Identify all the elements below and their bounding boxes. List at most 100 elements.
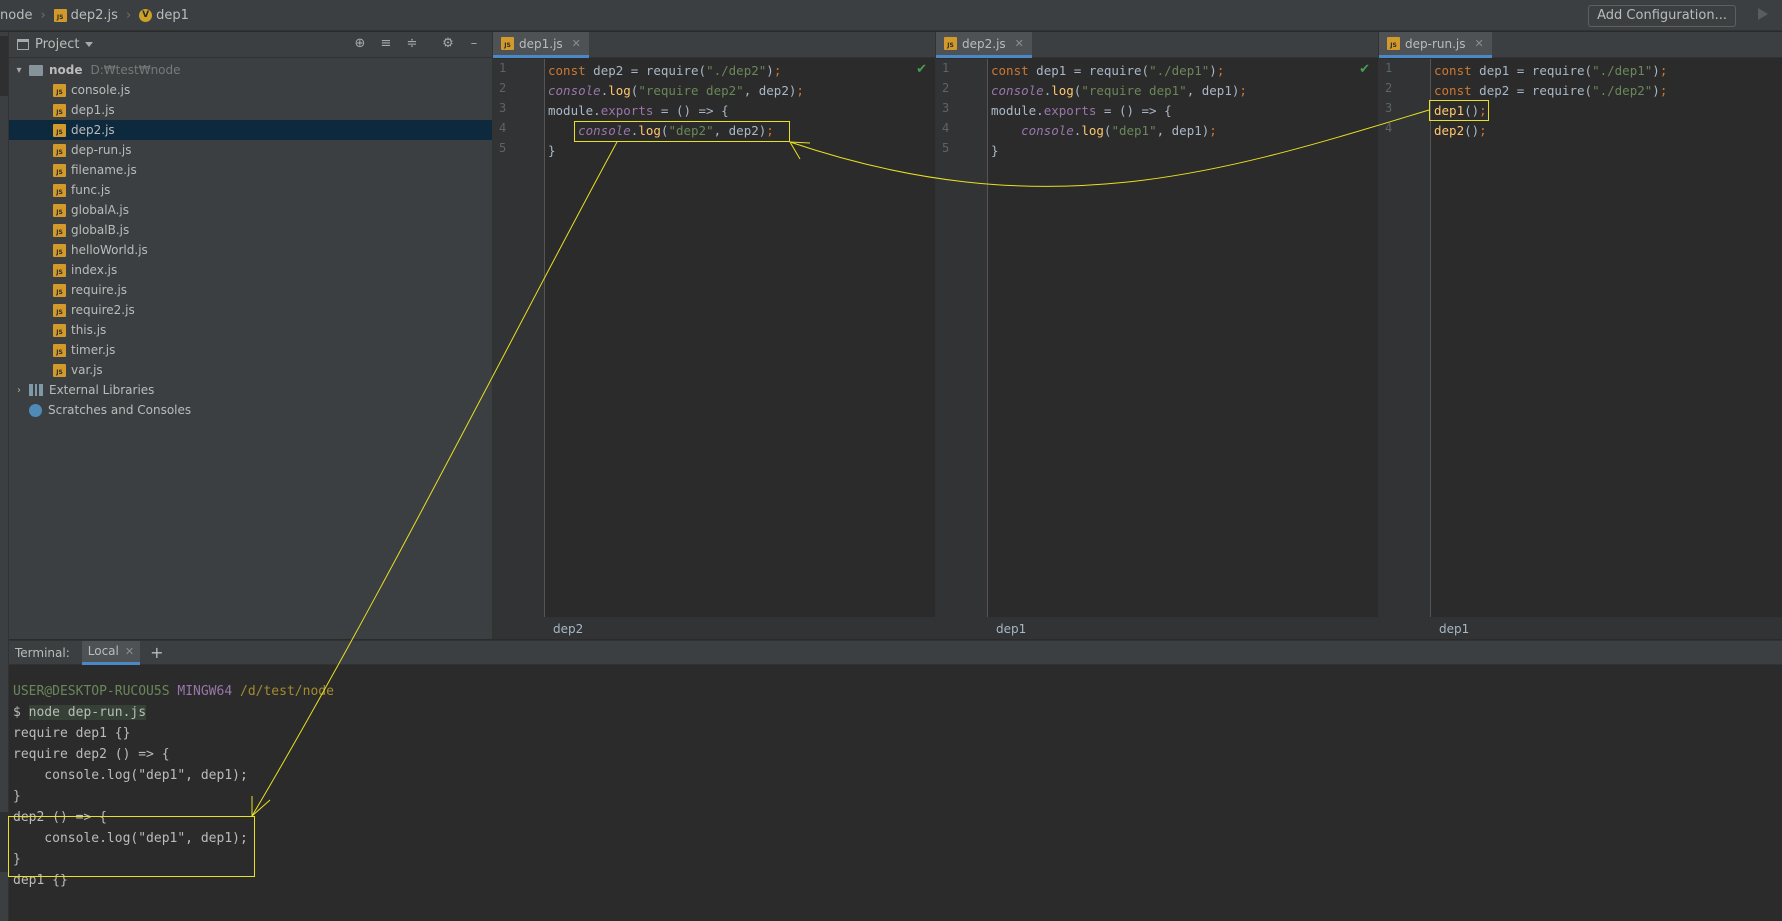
line-number: 4: [942, 121, 950, 135]
expand-all-icon[interactable]: ≡: [378, 36, 394, 52]
js-file-icon: JS: [53, 243, 66, 257]
navigation-bar: node › JS dep2.js › V dep1 Add Configura…: [0, 0, 1782, 31]
code-line: const dep1 = require("./dep1");: [991, 63, 1225, 78]
minimize-icon[interactable]: –: [466, 36, 482, 52]
close-icon[interactable]: ✕: [1475, 37, 1484, 50]
breadcrumb: node › JS dep2.js › V dep1: [0, 8, 189, 23]
js-file-icon: JS: [53, 83, 66, 97]
annotation-box-dep1-call: [1429, 100, 1489, 121]
close-icon[interactable]: ✕: [1015, 37, 1024, 50]
tree-file-item[interactable]: JS globalB.js: [9, 220, 492, 240]
variable-icon: V: [139, 8, 153, 22]
terminal-prompt-line: USER@DESKTOP-RUCOU5S MINGW64 /d/test/nod…: [13, 681, 334, 702]
chevron-down-icon[interactable]: [85, 42, 94, 47]
scratches-label: Scratches and Consoles: [48, 403, 192, 417]
tree-file-label: dep2.js: [71, 123, 115, 137]
tree-file-item[interactable]: JS helloWorld.js: [9, 240, 492, 260]
tree-file-item[interactable]: JS func.js: [9, 180, 492, 200]
terminal-output-line: require dep2 () => {: [13, 747, 170, 762]
tree-file-item[interactable]: JS dep-run.js: [9, 140, 492, 160]
run-icon[interactable]: [1758, 8, 1768, 20]
tree-file-label: func.js: [71, 183, 111, 197]
tree-file-label: console.js: [71, 83, 131, 97]
annotation-box-dep1-console-log: [574, 121, 790, 142]
js-file-icon: JS: [53, 263, 66, 277]
project-tool-tab[interactable]: [0, 36, 8, 96]
project-panel-title[interactable]: Project: [35, 37, 79, 52]
tree-file-item[interactable]: JS filename.js: [9, 160, 492, 180]
tree-file-item[interactable]: JS require2.js: [9, 300, 492, 320]
editor-tab[interactable]: JS dep1.js ✕: [493, 32, 589, 58]
line-number: 2: [1385, 81, 1393, 95]
inspection-ok-icon[interactable]: ✔: [1359, 62, 1370, 77]
editor-tab-label: dep2.js: [962, 36, 1006, 51]
code-line: const dep2 = require("./dep2");: [1434, 83, 1668, 98]
editor-breadcrumb[interactable]: dep1: [1379, 617, 1782, 639]
line-number: 3: [1385, 101, 1393, 115]
project-tree: ▾ node D:₩test₩node JS console.js JS dep1.j…: [9, 58, 492, 420]
js-file-icon: JS: [53, 343, 66, 357]
editor-tab-strip: JS dep2.js ✕: [936, 32, 1378, 58]
chevron-down-icon[interactable]: ▾: [13, 65, 25, 76]
code-line: dep2();: [1434, 123, 1487, 138]
js-file-icon: JS: [53, 363, 66, 377]
js-file-icon: JS: [53, 203, 66, 217]
new-terminal-icon[interactable]: +: [150, 643, 163, 662]
terminal-header: Terminal: Local ✕ +: [9, 640, 1782, 665]
editor-breadcrumb[interactable]: dep1: [936, 617, 1378, 639]
collapse-all-icon[interactable]: ≑: [404, 36, 420, 52]
js-file-icon: JS: [53, 283, 66, 297]
editor-tab-strip: JS dep-run.js ✕: [1379, 32, 1782, 58]
breadcrumb-symbol[interactable]: dep1: [156, 8, 189, 23]
breadcrumb-project[interactable]: node: [0, 8, 32, 23]
root-folder-path: D:₩test₩node: [90, 63, 181, 77]
tree-file-item[interactable]: JS this.js: [9, 320, 492, 340]
breadcrumb-file[interactable]: dep2.js: [71, 8, 118, 23]
close-icon[interactable]: ✕: [572, 37, 581, 50]
terminal-command-line: $ node dep-run.js: [13, 702, 334, 723]
tree-file-item[interactable]: JS var.js: [9, 360, 492, 380]
editor-breadcrumb[interactable]: dep2: [493, 617, 935, 639]
locate-icon[interactable]: ⊕: [352, 36, 368, 52]
line-number-gutter: 1 2 3 4: [1379, 59, 1431, 617]
line-number: 2: [499, 81, 507, 95]
line-number-gutter: 1 2 3 4 5: [493, 59, 545, 617]
editor-pane-dep-run: JS dep-run.js ✕ 1 2 3 4 const dep1 = require(".…: [1378, 32, 1782, 639]
line-number: 4: [499, 121, 507, 135]
tree-file-label: var.js: [71, 363, 103, 377]
folder-icon: [29, 64, 43, 76]
chevron-right-icon[interactable]: ›: [13, 385, 25, 396]
code-line: const dep2 = require("./dep2");: [548, 63, 782, 78]
terminal-tab-local[interactable]: Local ✕: [81, 640, 141, 665]
terminal-command: node dep-run.js: [28, 705, 147, 720]
tree-file-item[interactable]: JS dep2.js: [9, 120, 492, 140]
gear-icon[interactable]: ⚙: [440, 36, 456, 52]
js-file-icon: JS: [53, 123, 66, 137]
code-line: }: [991, 143, 999, 158]
line-number: 5: [942, 141, 950, 155]
editor-pane-dep2: JS dep2.js ✕ 1 2 3 4 5 const dep1 = require("./d…: [935, 32, 1378, 639]
tree-file-item[interactable]: JS require.js: [9, 280, 492, 300]
line-number: 5: [499, 141, 507, 155]
code-line: console.log("require dep2", dep2);: [548, 83, 804, 98]
add-configuration-button[interactable]: Add Configuration...: [1588, 5, 1736, 27]
tree-root-node[interactable]: ▾ node D:₩test₩node: [9, 60, 492, 80]
tree-file-item[interactable]: JS timer.js: [9, 340, 492, 360]
code-line: module.exports = () => {: [991, 103, 1172, 118]
structure-tool-tab[interactable]: [0, 812, 8, 872]
tree-file-label: filename.js: [71, 163, 137, 177]
editor-tab[interactable]: JS dep2.js ✕: [936, 32, 1032, 58]
editor-tab[interactable]: JS dep-run.js ✕: [1379, 32, 1492, 58]
tree-scratches[interactable]: Scratches and Consoles: [9, 400, 492, 420]
prompt-symbol: $: [13, 705, 21, 720]
js-file-icon: JS: [53, 103, 66, 117]
tree-external-libraries[interactable]: › External Libraries: [9, 380, 492, 400]
tree-file-item[interactable]: JS dep1.js: [9, 100, 492, 120]
code-line: console.log("require dep1", dep1);: [991, 83, 1247, 98]
tree-file-item[interactable]: JS index.js: [9, 260, 492, 280]
close-icon[interactable]: ✕: [125, 645, 134, 658]
line-number: 4: [1385, 121, 1393, 135]
tree-file-item[interactable]: JS globalA.js: [9, 200, 492, 220]
inspection-ok-icon[interactable]: ✔: [916, 62, 927, 77]
tree-file-item[interactable]: JS console.js: [9, 80, 492, 100]
